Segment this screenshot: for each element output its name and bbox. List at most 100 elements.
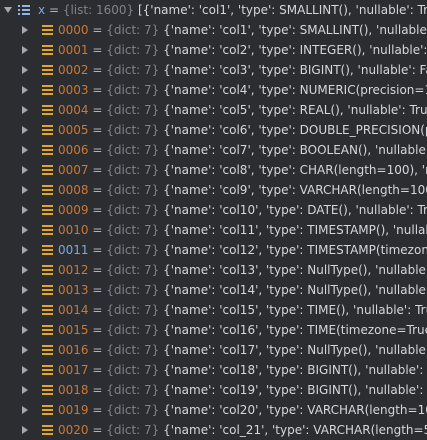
chevron-right-icon[interactable] xyxy=(22,66,28,74)
item-value: {'name': 'col3', 'type': BIGINT(), 'null… xyxy=(163,63,427,77)
tree-row-item[interactable]: 0007 = {dict: 7} {'name': 'col8', 'type'… xyxy=(0,160,427,180)
tree-row-item[interactable]: 0014 = {dict: 7} {'name': 'col15', 'type… xyxy=(0,300,427,320)
item-index: 0016 xyxy=(58,343,89,357)
dict-icon xyxy=(42,425,53,435)
chevron-right-icon[interactable] xyxy=(22,46,28,54)
chevron-right-icon[interactable] xyxy=(22,146,28,154)
item-value: {'name': 'col12', 'type': TIMESTAMP(time… xyxy=(163,243,427,257)
item-meta: {dict: 7} xyxy=(106,203,160,217)
dict-icon xyxy=(42,25,53,35)
chevron-right-icon[interactable] xyxy=(22,366,28,374)
item-equals: = xyxy=(92,403,103,417)
item-index: 0017 xyxy=(58,363,89,377)
tree-row-item[interactable]: 0000 = {dict: 7} {'name': 'col1', 'type'… xyxy=(0,20,427,40)
tree-row-item[interactable]: 0016 = {dict: 7} {'name': 'col17', 'type… xyxy=(0,340,427,360)
tree-row-item[interactable]: 0005 = {dict: 7} {'name': 'col6', 'type'… xyxy=(0,120,427,140)
dict-icon xyxy=(42,405,53,415)
item-meta: {dict: 7} xyxy=(106,423,160,437)
chevron-right-icon[interactable] xyxy=(22,266,28,274)
chevron-right-icon[interactable] xyxy=(22,86,28,94)
item-equals: = xyxy=(92,323,103,337)
item-index: 0001 xyxy=(58,43,89,57)
item-value: {'name': 'col19', 'type': BIGINT(), 'nul… xyxy=(163,383,427,397)
tree-row-item[interactable]: 0019 = {dict: 7} {'name': 'col20', 'type… xyxy=(0,400,427,420)
item-meta: {dict: 7} xyxy=(106,403,160,417)
tree-row-item[interactable]: 0006 = {dict: 7} {'name': 'col7', 'type'… xyxy=(0,140,427,160)
dict-icon xyxy=(42,145,53,155)
item-value: {'name': 'col17', 'type': NullType(), 'n… xyxy=(163,343,427,357)
chevron-right-icon[interactable] xyxy=(22,106,28,114)
item-equals: = xyxy=(92,283,103,297)
chevron-right-icon[interactable] xyxy=(22,126,28,134)
item-value: {'name': 'col9', 'type': VARCHAR(length=… xyxy=(163,183,427,197)
chevron-down-icon[interactable] xyxy=(4,7,12,13)
item-index: 0019 xyxy=(58,403,89,417)
dict-icon xyxy=(42,305,53,315)
item-equals: = xyxy=(92,83,103,97)
item-index: 0013 xyxy=(58,283,89,297)
item-equals: = xyxy=(92,203,103,217)
tree-row-root[interactable]: x = {list: 1600} [{'name': 'col1', 'type… xyxy=(0,0,427,20)
item-meta: {dict: 7} xyxy=(106,343,160,357)
item-value: {'name': 'col16', 'type': TIME(timezone=… xyxy=(163,323,427,337)
tree-row-item[interactable]: 0015 = {dict: 7} {'name': 'col16', 'type… xyxy=(0,320,427,340)
tree-row-item[interactable]: 0001 = {dict: 7} {'name': 'col2', 'type'… xyxy=(0,40,427,60)
item-meta: {dict: 7} xyxy=(106,183,160,197)
chevron-right-icon[interactable] xyxy=(22,206,28,214)
item-meta: {dict: 7} xyxy=(106,223,160,237)
item-value: {'name': 'col14', 'type': NullType(), 'n… xyxy=(163,283,427,297)
tree-row-item[interactable]: 0012 = {dict: 7} {'name': 'col13', 'type… xyxy=(0,260,427,280)
chevron-right-icon[interactable] xyxy=(22,26,28,34)
tree-row-item[interactable]: 0008 = {dict: 7} {'name': 'col9', 'type'… xyxy=(0,180,427,200)
item-value: {'name': 'col_21', 'type': VARCHAR(lengt… xyxy=(163,423,427,437)
dict-icon xyxy=(42,325,53,335)
chevron-right-icon[interactable] xyxy=(22,306,28,314)
item-index: 0003 xyxy=(58,83,89,97)
dict-icon xyxy=(42,345,53,355)
item-meta: {dict: 7} xyxy=(106,263,160,277)
dict-icon xyxy=(42,205,53,215)
item-value: {'name': 'col15', 'type': TIME(), 'nulla… xyxy=(163,303,427,317)
dict-icon xyxy=(42,45,53,55)
chevron-right-icon[interactable] xyxy=(22,346,28,354)
tree-row-item[interactable]: 0002 = {dict: 7} {'name': 'col3', 'type'… xyxy=(0,60,427,80)
chevron-right-icon[interactable] xyxy=(22,226,28,234)
tree-row-item[interactable]: 0009 = {dict: 7} {'name': 'col10', 'type… xyxy=(0,200,427,220)
root-value: [{'name': 'col1', 'type': SMALLINT(), 'n… xyxy=(137,3,427,17)
item-value: {'name': 'col5', 'type': REAL(), 'nullab… xyxy=(163,103,427,117)
chevron-right-icon[interactable] xyxy=(22,286,28,294)
item-meta: {dict: 7} xyxy=(106,103,160,117)
chevron-right-icon[interactable] xyxy=(22,426,28,434)
item-index: 0006 xyxy=(58,143,89,157)
item-equals: = xyxy=(92,263,103,277)
item-equals: = xyxy=(92,223,103,237)
item-index: 0008 xyxy=(58,183,89,197)
chevron-right-icon[interactable] xyxy=(22,386,28,394)
chevron-right-icon[interactable] xyxy=(22,246,28,254)
tree-row-item[interactable]: 0013 = {dict: 7} {'name': 'col14', 'type… xyxy=(0,280,427,300)
item-equals: = xyxy=(92,123,103,137)
item-meta: {dict: 7} xyxy=(106,383,160,397)
item-equals: = xyxy=(92,363,103,377)
chevron-right-icon[interactable] xyxy=(22,326,28,334)
item-equals: = xyxy=(92,423,103,437)
chevron-right-icon[interactable] xyxy=(22,186,28,194)
item-index: 0018 xyxy=(58,383,89,397)
item-meta: {dict: 7} xyxy=(106,143,160,157)
item-value: {'name': 'col6', 'type': DOUBLE_PRECISIO… xyxy=(163,123,427,137)
item-equals: = xyxy=(92,43,103,57)
dict-icon xyxy=(42,185,53,195)
root-equals: = xyxy=(48,3,59,17)
chevron-right-icon[interactable] xyxy=(22,406,28,414)
item-equals: = xyxy=(92,103,103,117)
chevron-right-icon[interactable] xyxy=(22,166,28,174)
item-index: 0014 xyxy=(58,303,89,317)
tree-row-item[interactable]: 0003 = {dict: 7} {'name': 'col4', 'type'… xyxy=(0,80,427,100)
tree-row-item[interactable]: 0010 = {dict: 7} {'name': 'col11', 'type… xyxy=(0,220,427,240)
tree-row-item[interactable]: 0018 = {dict: 7} {'name': 'col19', 'type… xyxy=(0,380,427,400)
item-index: 0009 xyxy=(58,203,89,217)
tree-row-item[interactable]: 0020 = {dict: 7} {'name': 'col_21', 'typ… xyxy=(0,420,427,440)
tree-row-item[interactable]: 0017 = {dict: 7} {'name': 'col18', 'type… xyxy=(0,360,427,380)
tree-row-item[interactable]: 0011 = {dict: 7} {'name': 'col12', 'type… xyxy=(0,240,427,260)
tree-row-item[interactable]: 0004 = {dict: 7} {'name': 'col5', 'type'… xyxy=(0,100,427,120)
